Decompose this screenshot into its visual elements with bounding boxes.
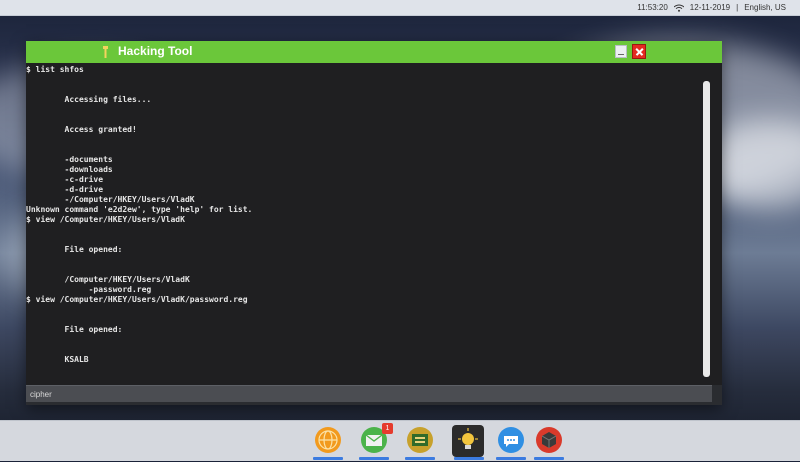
- wifi-icon[interactable]: [673, 4, 684, 12]
- terminal-line: -d-drive: [26, 185, 104, 194]
- system-top-bar: 11:53:20 12-11-2019 | English, US: [0, 0, 800, 16]
- messages-chat-icon: [498, 427, 524, 453]
- terminal-scrollbar-thumb[interactable]: [703, 81, 710, 377]
- status-separator: |: [736, 3, 739, 12]
- keyboard-locale[interactable]: English, US: [744, 3, 786, 12]
- terminal-line: Access granted!: [26, 125, 137, 134]
- dock-item-messages[interactable]: [497, 426, 525, 454]
- key-icon: [103, 46, 108, 58]
- terminal-line: -password.reg: [26, 285, 152, 294]
- terminal-line: $ list shfos: [26, 65, 84, 74]
- dock-item-browser[interactable]: [314, 426, 342, 454]
- window-title: Hacking Tool: [118, 44, 193, 58]
- dock-item-hardware[interactable]: [406, 426, 434, 454]
- clock-date: 12-11-2019: [689, 3, 731, 12]
- clock-time: 11:53:20: [637, 3, 668, 12]
- terminal-line: /Computer/HKEY/Users/VladK: [26, 275, 190, 284]
- terminal-line: -documents: [26, 155, 113, 164]
- terminal-line: $ view /Computer/HKEY/Users/VladK/passwo…: [26, 295, 248, 304]
- lightbulb-idea-icon: [458, 428, 478, 449]
- command-input-bar: [26, 385, 712, 402]
- hardware-chip-icon: [407, 427, 433, 453]
- package-box-icon: [536, 427, 562, 453]
- window-titlebar[interactable]: Hacking Tool: [26, 41, 722, 63]
- terminal-line: -c-drive: [26, 175, 104, 184]
- command-input[interactable]: [28, 387, 672, 402]
- terminal-line: -/Computer/HKEY/Users/VladK: [26, 195, 195, 204]
- terminal-line: Accessing files...: [26, 95, 152, 104]
- terminal-line: Unknown command 'e2d2ew', type 'help' fo…: [26, 205, 253, 214]
- hacking-tool-window: Hacking Tool Folder/file not found.$ lis…: [26, 41, 722, 405]
- terminal-line: File opened:: [26, 325, 123, 334]
- browser-globe-icon: [315, 427, 341, 453]
- terminal-line: KSALB: [26, 355, 89, 364]
- terminal-output[interactable]: Folder/file not found.$ list shfos Acces…: [26, 63, 722, 385]
- minimize-button[interactable]: [615, 45, 627, 58]
- terminal-lines: Folder/file not found.$ list shfos Acces…: [26, 63, 706, 365]
- terminal-line: $ view /Computer/HKEY/Users/VladK: [26, 215, 185, 224]
- dock-item-package[interactable]: [535, 426, 563, 454]
- mail-unread-badge: 1: [382, 423, 393, 434]
- dock-item-ideas[interactable]: [452, 425, 484, 457]
- terminal-line: -downloads: [26, 165, 113, 174]
- close-button[interactable]: [632, 44, 646, 59]
- application-dock: [0, 420, 800, 461]
- terminal-line: File opened:: [26, 245, 123, 254]
